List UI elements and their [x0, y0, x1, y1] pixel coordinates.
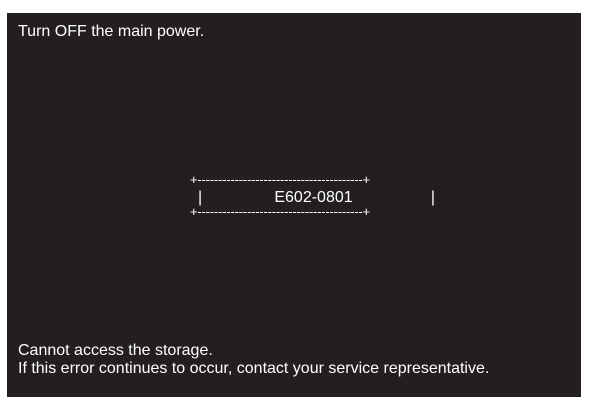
- error-screen: Turn OFF the main power. +--------------…: [7, 13, 581, 397]
- error-message-line-2: If this error continues to occur, contac…: [18, 360, 490, 377]
- error-box-top-border: +---------------------------------------…: [190, 173, 370, 187]
- error-code-box: +---------------------------------------…: [190, 173, 437, 221]
- error-box-bottom-border: +---------------------------------------…: [190, 205, 370, 219]
- error-message: Cannot access the storage. If this error…: [18, 342, 489, 378]
- error-message-line-1: Cannot access the storage.: [18, 342, 213, 359]
- instruction-text: Turn OFF the main power.: [18, 23, 205, 40]
